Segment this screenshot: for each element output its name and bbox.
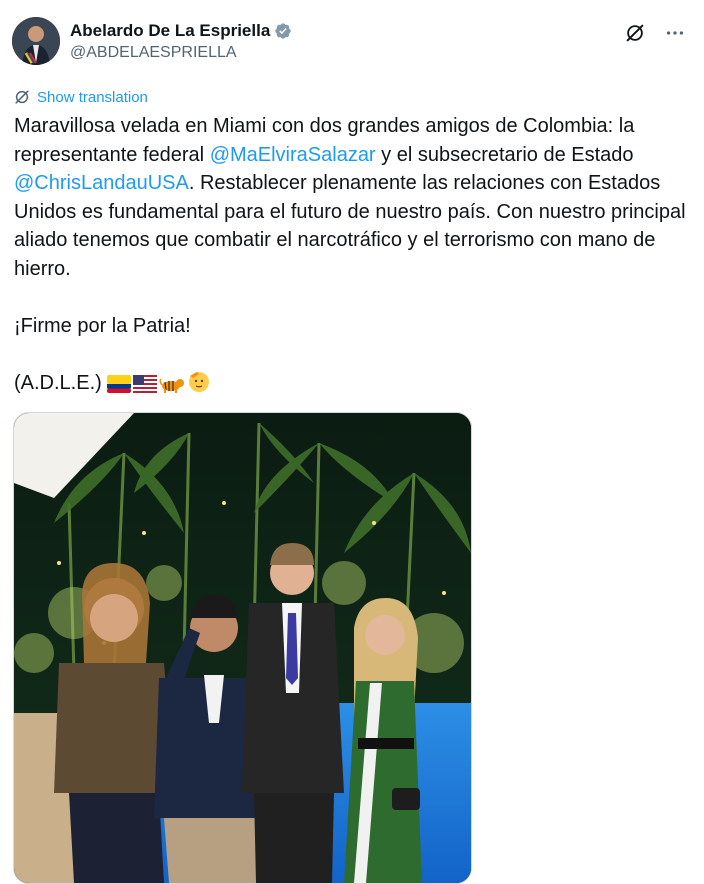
- mention-link[interactable]: @MaElviraSalazar: [210, 144, 376, 166]
- show-translation-label: Show translation: [37, 88, 148, 106]
- verified-badge-icon: [274, 22, 292, 40]
- grok-icon[interactable]: [624, 22, 646, 44]
- mention-link[interactable]: @ChrisLandauUSA: [14, 172, 189, 194]
- handle[interactable]: @ABDELAESPRIELLA: [70, 44, 292, 62]
- tweet-paragraph-1: Maravillosa velada en Miami con dos gran…: [14, 112, 692, 283]
- tweet-text-part: y el subsecretario de Estado: [375, 143, 634, 166]
- tiger-icon: [159, 373, 185, 402]
- avatar[interactable]: [12, 17, 60, 65]
- tweet-photo[interactable]: [13, 412, 472, 884]
- saluting-face-icon: [187, 369, 211, 402]
- usa-flag-icon: [133, 373, 158, 402]
- tweet-header: Abelardo De La Espriella @ABDELAESPRIELL…: [12, 16, 692, 68]
- top-icons: [624, 22, 686, 44]
- tweet-text: Maravillosa velada en Miami con dos gran…: [14, 112, 692, 401]
- show-translation-link[interactable]: Show translation: [12, 87, 148, 107]
- colombia-flag-icon: [107, 373, 132, 402]
- translate-icon: [15, 90, 29, 104]
- display-name[interactable]: Abelardo De La Espriella: [70, 21, 270, 41]
- group-photo-image: [14, 413, 471, 883]
- signature-text: (A.D.L.E.): [14, 371, 102, 394]
- author-names: Abelardo De La Espriella @ABDELAESPRIELL…: [70, 20, 292, 62]
- tweet-paragraph-2: ¡Firme por la Patria!: [14, 314, 191, 337]
- tweet-paragraph-3: (A.D.L.E.): [14, 369, 692, 402]
- avatar-image: [12, 17, 60, 65]
- more-icon[interactable]: [664, 22, 686, 44]
- display-name-row: Abelardo De La Espriella: [70, 20, 292, 42]
